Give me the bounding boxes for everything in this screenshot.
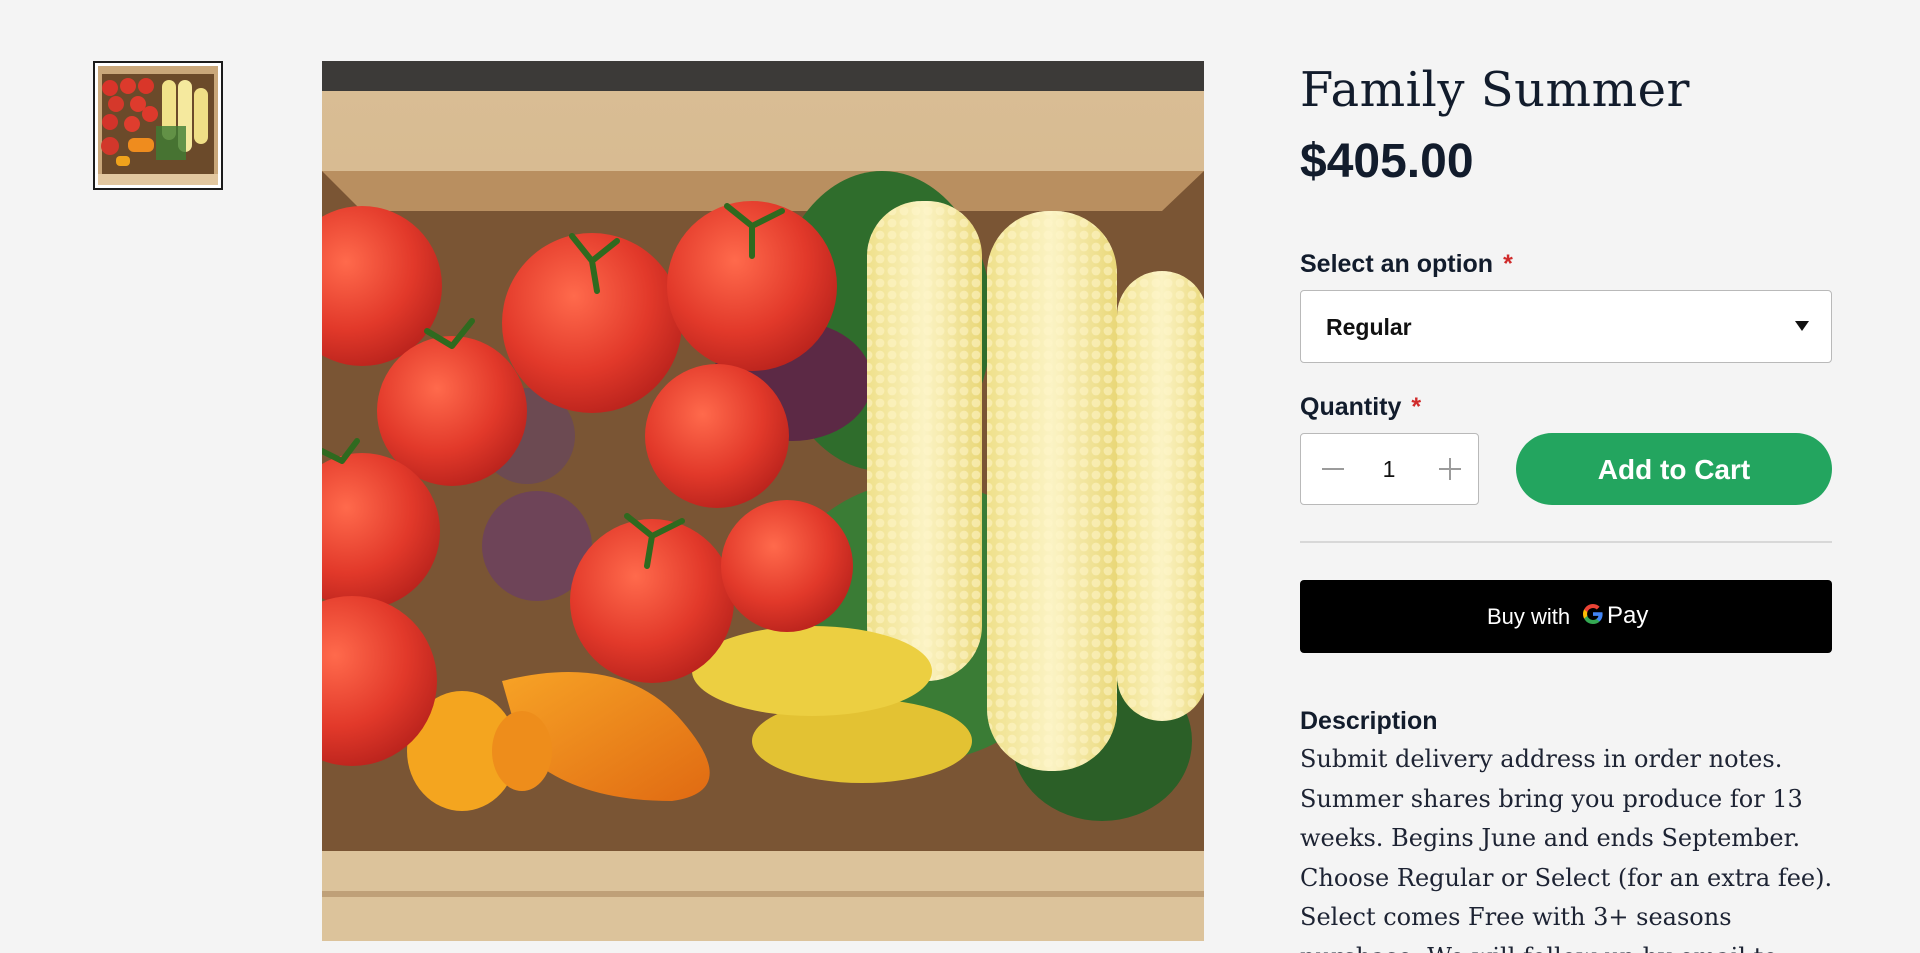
- option-selected-value: Regular: [1326, 314, 1412, 340]
- option-select[interactable]: Regular: [1300, 290, 1832, 363]
- description-line: Summer shares bring you produce for 13: [1300, 784, 1803, 813]
- description-line: Submit delivery address in order notes.: [1300, 745, 1783, 773]
- add-to-cart-button[interactable]: Add to Cart: [1516, 433, 1832, 505]
- divider: [1300, 541, 1832, 543]
- product-title: Family Summer: [1300, 62, 1690, 118]
- quantity-label: Quantity *: [1300, 393, 1421, 422]
- description-line: Choose Regular or Select (for an extra f…: [1300, 863, 1833, 892]
- chevron-down-icon: [1795, 321, 1809, 331]
- google-pay-button[interactable]: Buy with Pay: [1300, 580, 1832, 653]
- gpay-brand-text: Pay: [1607, 602, 1649, 629]
- option-label-text: Select an option: [1300, 250, 1494, 278]
- description-heading: Description: [1300, 707, 1438, 735]
- description-line: Select comes Free with 3+ seasons: [1300, 903, 1732, 931]
- required-marker: *: [1411, 393, 1422, 421]
- produce-crate-image: [322, 61, 1204, 941]
- description-line: weeks. Begins June and ends September.: [1300, 824, 1801, 852]
- thumbnail-image: [98, 66, 218, 185]
- plus-icon[interactable]: [1418, 434, 1478, 503]
- option-label: Select an option *: [1300, 250, 1513, 279]
- gpay-prefix-text: Buy with: [1487, 604, 1571, 629]
- description-body: Submit delivery address in order notes. …: [1300, 740, 1840, 953]
- minus-icon[interactable]: [1301, 434, 1361, 503]
- product-main-image[interactable]: [322, 61, 1204, 941]
- required-marker: *: [1503, 250, 1513, 278]
- description-line: purchase. We will follow up by email to: [1300, 938, 1840, 953]
- quantity-label-text: Quantity: [1300, 393, 1402, 421]
- product-thumbnail[interactable]: [93, 61, 223, 190]
- product-price: $405.00: [1300, 135, 1474, 188]
- google-g-icon: [1583, 604, 1603, 624]
- quantity-stepper: 1: [1300, 433, 1479, 505]
- quantity-value[interactable]: 1: [1361, 456, 1417, 483]
